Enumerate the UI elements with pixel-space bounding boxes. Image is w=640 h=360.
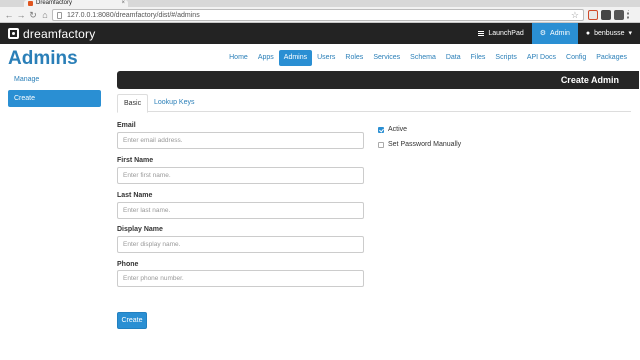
menu-icon[interactable] [627, 10, 636, 20]
tab-data[interactable]: Data [441, 50, 466, 66]
email-field[interactable] [117, 132, 364, 149]
phone-field[interactable] [117, 270, 364, 287]
sidebar-item-create[interactable]: Create [8, 90, 101, 107]
launchpad-label: LaunchPad [488, 30, 524, 37]
launchpad-button[interactable]: LaunchPad [470, 23, 531, 44]
email-label: Email [117, 122, 136, 129]
browser-toolbar: ← → ↻ ⌂ 127.0.0.1:8080/dreamfactory/dist… [0, 7, 640, 23]
create-button[interactable]: Create [117, 312, 147, 329]
last-name-field[interactable] [117, 202, 364, 219]
page-title: Admins [8, 48, 78, 69]
address-url[interactable]: 127.0.0.1:8080/dreamfactory/dist/#/admin… [67, 11, 200, 20]
browser-tabstrip: Dreamfactory × [0, 0, 640, 7]
set-password-label: Set Password Manually [388, 141, 462, 148]
first-name-label: First Name [117, 157, 154, 164]
tab-scripts[interactable]: Scripts [490, 50, 521, 66]
sidebar-item-manage[interactable]: Manage [8, 71, 101, 88]
tab-users[interactable]: Users [312, 50, 340, 66]
logo-text: dreamfactory [23, 26, 96, 41]
tab-roles[interactable]: Roles [340, 50, 368, 66]
active-label: Active [388, 126, 408, 133]
app-navbar: dreamfactory LaunchPad ⚙ Admin ● benbuss… [0, 23, 640, 44]
extension-icon[interactable] [588, 10, 598, 20]
page-icon [57, 12, 62, 19]
display-name-label: Display Name [117, 226, 163, 233]
form-tabs: Basic Lookup Keys [117, 94, 631, 113]
bookmark-star-icon[interactable]: ☆ [571, 10, 579, 20]
last-name-label: Last Name [117, 192, 153, 199]
reload-icon[interactable]: ↻ [28, 10, 38, 20]
chevron-down-icon: ▾ [628, 30, 632, 37]
browser-tab[interactable]: Dreamfactory × [24, 0, 128, 7]
panel-header: Create Admin [117, 71, 639, 89]
user-menu[interactable]: ● benbusse ▾ [578, 23, 640, 44]
tab-admins[interactable]: Admins [278, 50, 313, 66]
tab-schema[interactable]: Schema [405, 50, 441, 66]
dreamfactory-logo[interactable]: dreamfactory [8, 26, 96, 41]
tab-packages[interactable]: Packages [591, 50, 632, 66]
logo-icon [8, 28, 19, 39]
list-icon [478, 31, 485, 36]
address-bar[interactable]: 127.0.0.1:8080/dreamfactory/dist/#/admin… [52, 9, 584, 21]
layers-extension-icon[interactable] [601, 10, 611, 20]
back-arrow-icon[interactable]: ← [4, 10, 14, 20]
close-tab-icon[interactable]: × [121, 0, 125, 7]
main-tabs: Home Apps Admins Users Roles Services Sc… [224, 50, 632, 66]
gear-icon: ⚙ [539, 30, 547, 37]
tab-apps[interactable]: Apps [253, 50, 279, 66]
forward-arrow-icon[interactable]: → [16, 10, 26, 20]
dreamfactory-favicon-icon [28, 1, 33, 6]
browser-tab-title: Dreamfactory [36, 0, 73, 6]
home-icon[interactable]: ⌂ [40, 10, 50, 20]
admin-button[interactable]: ⚙ Admin [531, 23, 578, 44]
panel-title: Create Admin [560, 75, 619, 85]
tab-files[interactable]: Files [466, 50, 491, 66]
extension-icon-2[interactable] [614, 10, 624, 20]
phone-label: Phone [117, 261, 139, 268]
tab-api-docs[interactable]: API Docs [522, 50, 561, 66]
tab-config[interactable]: Config [561, 50, 591, 66]
admin-label: Admin [550, 30, 570, 37]
tab-home[interactable]: Home [224, 50, 253, 66]
set-password-checkbox-row[interactable]: Set Password Manually [378, 141, 461, 148]
sidebar: Manage Create [8, 71, 101, 109]
first-name-field[interactable] [117, 167, 364, 184]
tab-basic[interactable]: Basic [117, 94, 149, 113]
user-icon: ● [585, 30, 591, 37]
set-password-checkbox[interactable] [378, 141, 384, 148]
tab-lookup-keys[interactable]: Lookup Keys [148, 94, 200, 112]
active-checkbox-row[interactable]: Active [378, 126, 407, 133]
user-label: benbusse [594, 30, 625, 37]
display-name-field[interactable] [117, 236, 364, 253]
tab-services[interactable]: Services [368, 50, 405, 66]
active-checkbox[interactable] [378, 126, 384, 133]
